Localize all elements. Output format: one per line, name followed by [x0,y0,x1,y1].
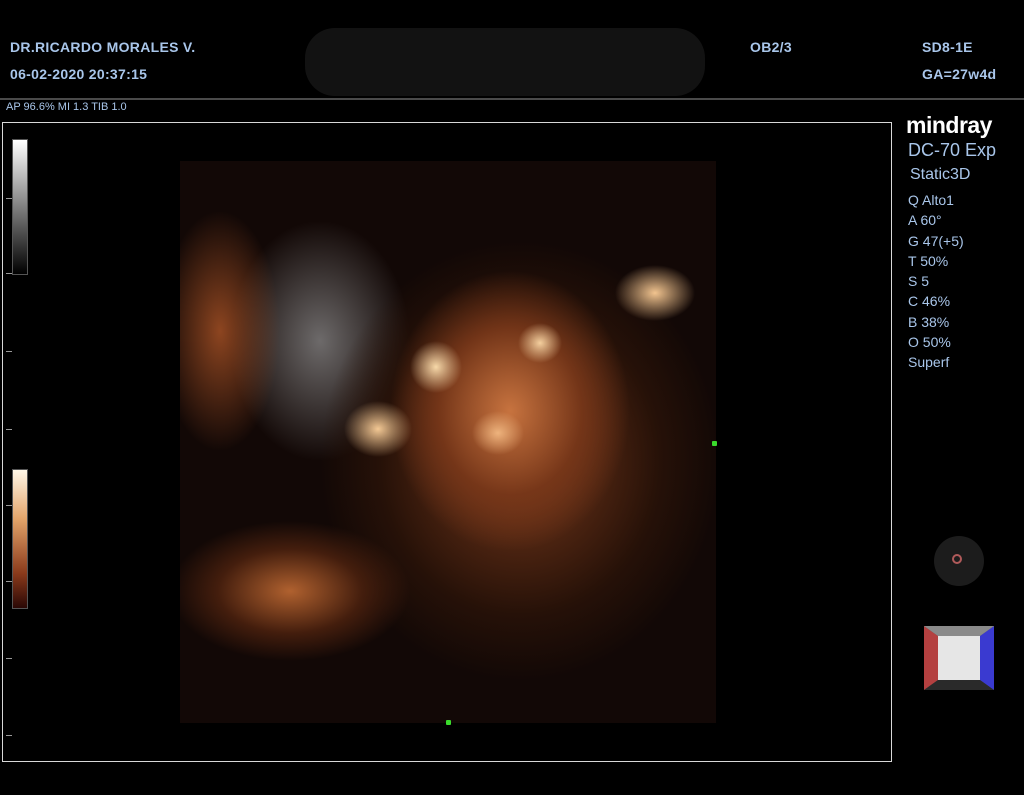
trackball-icon[interactable] [934,536,984,586]
3d-render-image[interactable] [180,161,716,723]
scale-tick [6,198,12,199]
header-divider [0,98,1024,100]
param-item: Q Alto1 [908,192,954,208]
doctor-name: DR.RICARDO MORALES V. [10,39,196,55]
grayscale-bar [12,139,28,275]
param-item: S 5 [908,273,930,290]
image-viewport[interactable] [2,122,892,762]
param-item: O 50% [908,334,951,351]
param-item: G 47(+5) [908,232,964,249]
param-item: A 60° [908,212,942,229]
color-map-bar [12,469,28,609]
focus-marker [446,720,451,725]
orientation-cube-icon[interactable] [922,624,996,692]
scale-tick [6,581,12,582]
param-item: C 46% [908,293,951,310]
param-item: T 50% [908,252,949,269]
scale-tick [6,735,12,736]
brand-logo: mindray [906,112,992,138]
probe-name: SD8-1E [922,39,973,55]
device-model: DC-70 Exp [908,140,997,160]
acoustic-output-status: AP 96.6% MI 1.3 TIB 1.0 [6,101,127,113]
parameter-list: Q Alto1 A 60° G 47(+5) T 50% S 5 C 46% B… [908,190,964,373]
scale-tick [6,351,12,352]
scale-tick [6,658,12,659]
param-item: B 38% [908,313,950,330]
cube-right-face [980,626,994,690]
depth-marker [712,441,717,446]
redacted-patient-info [305,28,705,96]
scale-tick [6,273,12,274]
exam-preset: OB2/3 [750,39,792,55]
scale-tick [6,429,12,430]
imaging-mode: Static3D [910,166,971,183]
param-item: Superf [908,354,950,371]
cube-front-face [938,636,980,680]
gestational-age: GA=27w4d [922,66,997,82]
trackball-center-icon [952,554,962,564]
cube-left-face [924,626,938,690]
exam-datetime: 06-02-2020 20:37:15 [10,66,148,82]
scale-tick [6,505,12,506]
